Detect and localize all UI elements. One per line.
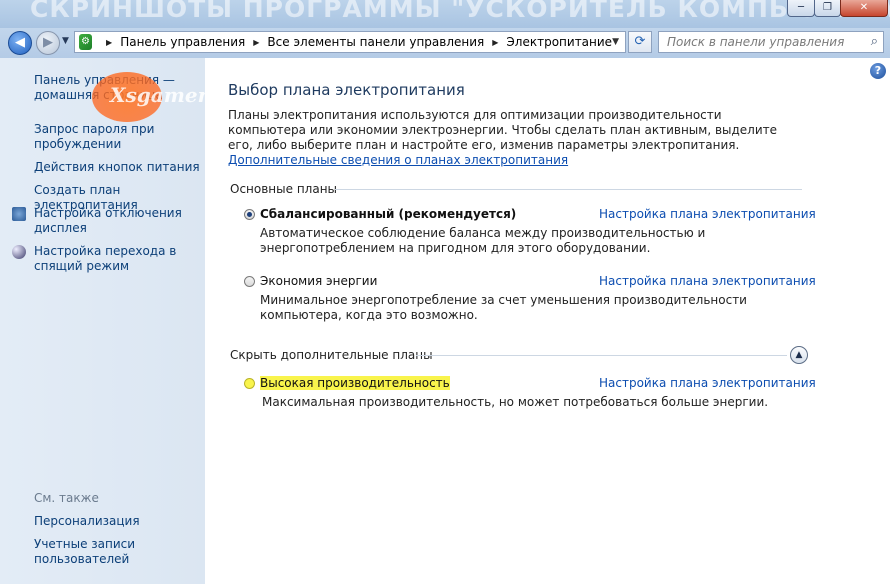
plan-high-performance-radio[interactable] [244, 378, 255, 389]
plan-balanced-name[interactable]: Сбалансированный (рекомендуется) [260, 207, 516, 221]
control-panel-icon: ⚙ [79, 34, 93, 50]
sleep-moon-icon [12, 245, 26, 259]
plan-balanced-settings-link[interactable]: Настройка плана электропитания [599, 207, 816, 221]
sidebar-item-personalization[interactable]: Персонализация [34, 514, 202, 529]
breadcrumb-separator-icon[interactable]: ▶ [492, 38, 498, 47]
sidebar-item-user-accounts[interactable]: Учетные записи пользователей [34, 537, 202, 567]
plan-saver-radio[interactable] [244, 276, 255, 287]
plan-saver-desc: Минимальное энергопотребление за счет ум… [260, 293, 747, 322]
address-bar[interactable]: ⚙ ▶ Панель управления ▶ Все элементы пан… [74, 31, 626, 53]
intro-paragraph: Планы электропитания используются для оп… [228, 108, 778, 152]
breadcrumb-power-options[interactable]: Электропитание [506, 35, 612, 49]
breadcrumb-separator-icon[interactable]: ▶ [106, 38, 112, 47]
collapse-chevron-up-icon[interactable]: ▲ [790, 346, 808, 364]
chevron-down-icon[interactable]: ▼ [612, 37, 619, 47]
page-title: Выбор плана электропитания [228, 81, 465, 99]
monitor-icon [12, 207, 26, 221]
hidden-plans-heading[interactable]: Скрыть дополнительные планы [230, 348, 433, 362]
navigation-bar: ◀ ▶ ▼ ⚙ ▶ Панель управления ▶ Все элемен… [0, 28, 890, 58]
sidebar-item-wake-password[interactable]: Запрос пароля при пробуждении [34, 122, 202, 152]
xsgamers-logo-text: Xsgamers [110, 83, 220, 107]
group-divider [416, 355, 787, 356]
title-bar: СКРИНШОТЫ ПРОГРАММЫ "УСКОРИТЕЛЬ КОМПЬЮТЕ… [0, 0, 890, 28]
see-also-heading: См. также [34, 491, 99, 505]
forward-button[interactable]: ▶ [36, 31, 60, 55]
sidebar-item-display-off[interactable]: Настройка отключения дисплея [34, 206, 202, 236]
breadcrumb-all-items[interactable]: Все элементы панели управления [267, 35, 484, 49]
breadcrumb-control-panel[interactable]: Панель управления [120, 35, 245, 49]
help-icon[interactable]: ? [870, 63, 886, 79]
plan-high-performance-name[interactable]: Высокая производительность [260, 376, 450, 390]
plan-saver-name[interactable]: Экономия энергии [260, 274, 377, 288]
plan-high-performance-settings-link[interactable]: Настройка плана электропитания [599, 376, 816, 390]
plan-saver-settings-link[interactable]: Настройка плана электропитания [599, 274, 816, 288]
plan-high-performance-desc: Максимальная производительность, но може… [262, 395, 769, 409]
close-button[interactable]: ✕ [840, 0, 888, 17]
refresh-button[interactable]: ⟳ [628, 31, 652, 53]
main-content: ? Выбор плана электропитания Планы элект… [205, 58, 890, 584]
intro-text: Планы электропитания используются для оп… [228, 108, 788, 168]
more-info-link[interactable]: Дополнительные сведения о планах электро… [228, 153, 568, 167]
recent-pages-dropdown[interactable]: ▼ [62, 36, 69, 46]
sidebar-item-sleep[interactable]: Настройка перехода в спящий режим [34, 244, 202, 274]
search-placeholder: Поиск в панели управления [667, 35, 845, 49]
watermark-text: СКРИНШОТЫ ПРОГРАММЫ "УСКОРИТЕЛЬ КОМПЬЮТЕ… [30, 0, 890, 23]
basic-plans-heading: Основные планы [230, 182, 338, 196]
group-divider [335, 189, 802, 190]
minimize-button[interactable]: ─ [787, 0, 815, 17]
search-icon[interactable]: ⌕ [871, 34, 878, 49]
plan-balanced-desc: Автоматическое соблюдение баланса между … [260, 226, 706, 255]
plan-balanced-radio[interactable] [244, 209, 255, 220]
search-input[interactable]: Поиск в панели управления ⌕ [658, 31, 884, 53]
breadcrumb-separator-icon[interactable]: ▶ [253, 38, 259, 47]
back-button[interactable]: ◀ [8, 31, 32, 55]
sidebar-item-power-buttons[interactable]: Действия кнопок питания [34, 160, 202, 175]
sidebar: Панель управления — домашняя страница Xs… [0, 58, 219, 584]
maximize-button[interactable]: ❐ [814, 0, 841, 17]
